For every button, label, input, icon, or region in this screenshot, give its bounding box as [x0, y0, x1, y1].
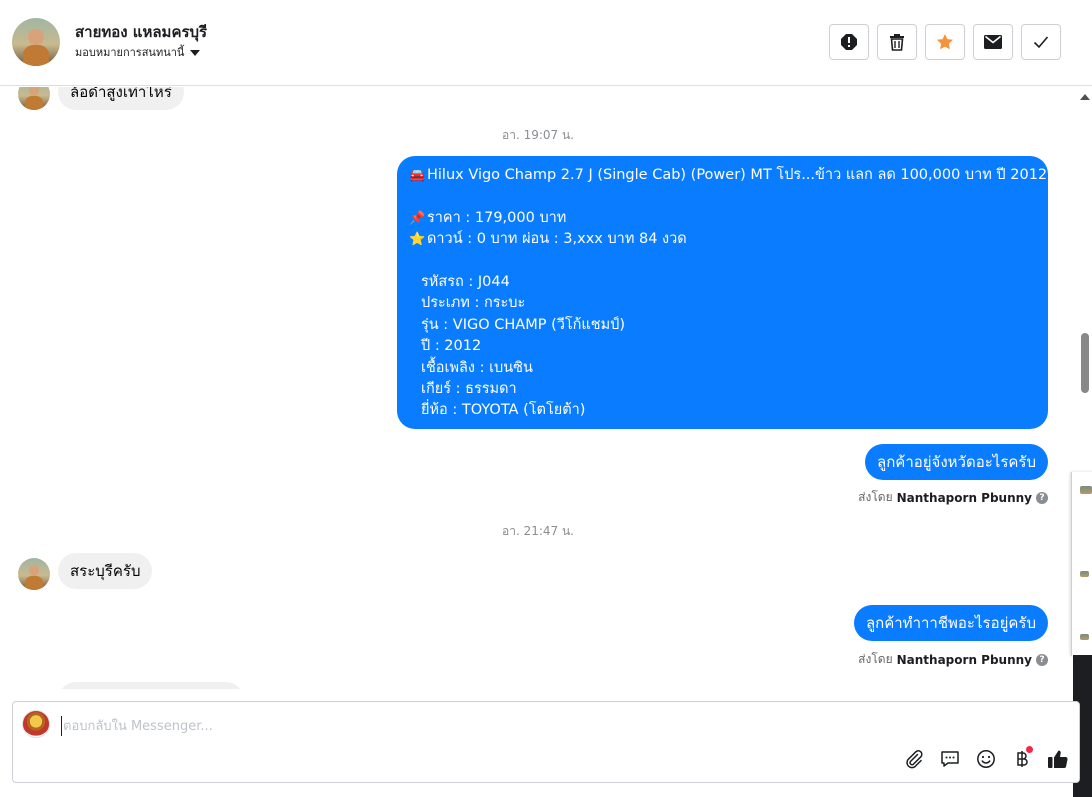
message-thread[interactable]: ล้อดำสูงเท่าไหร่ อา. 19:07 น. 🚘 Hilux Vig…: [0, 87, 1076, 689]
composer-tools: [903, 746, 1069, 770]
payment-button[interactable]: [1011, 746, 1033, 770]
delete-button[interactable]: [877, 24, 917, 60]
scrollbar-thumb[interactable]: [1081, 333, 1089, 393]
attach-button[interactable]: [903, 748, 925, 770]
saved-replies-button[interactable]: [939, 748, 961, 770]
notification-dot: [1026, 746, 1033, 753]
mark-done-button[interactable]: [1021, 24, 1061, 60]
message-timestamp: อา. 19:07 น.: [502, 128, 574, 142]
contact-avatar[interactable]: [12, 18, 60, 66]
thumbnail[interactable]: [1080, 486, 1092, 494]
reply-composer: [12, 701, 1080, 783]
outgoing-listing-message[interactable]: 🚘 Hilux Vigo Champ 2.7 J (Single Cab) (Po…: [397, 156, 1048, 429]
saved-reply-icon: [941, 751, 959, 767]
listing-price-line: 📌 ราคา : 179,000 บาท: [409, 208, 1036, 229]
messenger-inbox: สายทอง แหลมครบุรี มอบหมายการสนทนานี้ ล้อ…: [0, 0, 1092, 797]
sent-by-prefix: ส่งโดย: [858, 652, 893, 666]
sent-by-name[interactable]: Nanthaporn Pbunny: [897, 653, 1032, 667]
scroll-up-arrow-icon[interactable]: [1080, 94, 1090, 100]
help-icon[interactable]: ?: [1036, 653, 1048, 666]
pin-icon: 📌: [409, 210, 426, 226]
star-icon: [937, 34, 953, 50]
thumbnail[interactable]: [1080, 634, 1089, 640]
outgoing-message[interactable]: ลูกค้าอยู่จังหวัดอะไรครับ: [865, 444, 1048, 480]
sent-by-label: ส่งโดย Nanthaporn Pbunny ?: [858, 650, 1048, 669]
trash-icon: [890, 34, 904, 51]
page-avatar: [22, 710, 50, 738]
listing-detail: รหัสรถ : J044: [421, 273, 510, 290]
thumbnail[interactable]: [1080, 571, 1089, 577]
spam-icon: [841, 34, 857, 50]
star-button[interactable]: [925, 24, 965, 60]
side-panel-edge[interactable]: [1071, 472, 1092, 656]
reply-input[interactable]: [61, 716, 881, 736]
listing-detail: ปี : 2012: [421, 338, 482, 355]
attachment-icon: [906, 750, 923, 769]
listing-price: ราคา : 179,000 บาท: [427, 209, 567, 226]
incoming-message[interactable]: สระบุรีครับ: [58, 553, 153, 589]
contact-name[interactable]: สายทอง แหลมครบุรี: [75, 20, 207, 44]
sent-by-label: ส่งโดย Nanthaporn Pbunny ?: [858, 488, 1048, 507]
emoji-button[interactable]: [975, 748, 997, 770]
mark-unread-button[interactable]: [973, 24, 1013, 60]
listing-down-payment: ดาวน์ : 0 บาท ผ่อน : 3,xxx บาท 84 งวด: [427, 231, 687, 248]
incoming-message-partial[interactable]: [58, 682, 244, 689]
contact-avatar-small: [18, 558, 50, 590]
incoming-message[interactable]: ล้อดำสูงเท่าไหร่: [58, 87, 184, 110]
sent-by-prefix: ส่งโดย: [858, 490, 893, 504]
listing-title-line: 🚘 Hilux Vigo Champ 2.7 J (Single Cab) (Po…: [409, 165, 1047, 186]
star-emoji-icon: ⭐: [409, 232, 426, 248]
listing-detail: เชื้อเพลิง : เบนซิน: [421, 359, 533, 376]
conversation-header: สายทอง แหลมครบุรี มอบหมายการสนทนานี้: [0, 0, 1092, 86]
envelope-icon: [984, 35, 1002, 49]
assign-label: มอบหมายการสนทนานี้: [75, 46, 185, 59]
listing-title: Hilux Vigo Champ 2.7 J (Single Cab) (Pow…: [427, 167, 1048, 183]
car-icon: 🚘: [409, 168, 426, 183]
check-icon: [1033, 36, 1049, 49]
sent-by-name[interactable]: Nanthaporn Pbunny: [897, 491, 1032, 505]
assign-conversation-dropdown[interactable]: มอบหมายการสนทนานี้: [75, 43, 201, 61]
chevron-down-icon: [190, 49, 201, 56]
outgoing-message[interactable]: ลูกค้าทำาาชีพอะไรอยู่ครับ: [853, 605, 1048, 641]
contact-avatar-small: [18, 87, 50, 110]
listing-detail: ประเภท : กระบะ: [421, 295, 526, 312]
help-icon[interactable]: ?: [1036, 491, 1048, 504]
listing-detail: รุ่น : VIGO CHAMP (วีโก้แชมป์): [421, 316, 626, 333]
like-icon: [1048, 750, 1068, 769]
listing-down-line: ⭐ ดาวน์ : 0 บาท ผ่อน : 3,xxx บาท 84 งวด: [409, 229, 1036, 250]
emoji-icon: [977, 750, 995, 768]
listing-detail: เกียร์ : ธรรมดา: [421, 380, 517, 397]
header-actions: [829, 24, 1061, 60]
like-button[interactable]: [1047, 748, 1069, 770]
message-timestamp: อา. 21:47 น.: [502, 524, 574, 538]
mark-spam-button[interactable]: [829, 24, 869, 60]
listing-detail: ยี่ห้อ : TOYOTA (โตโยต้า): [421, 402, 586, 419]
